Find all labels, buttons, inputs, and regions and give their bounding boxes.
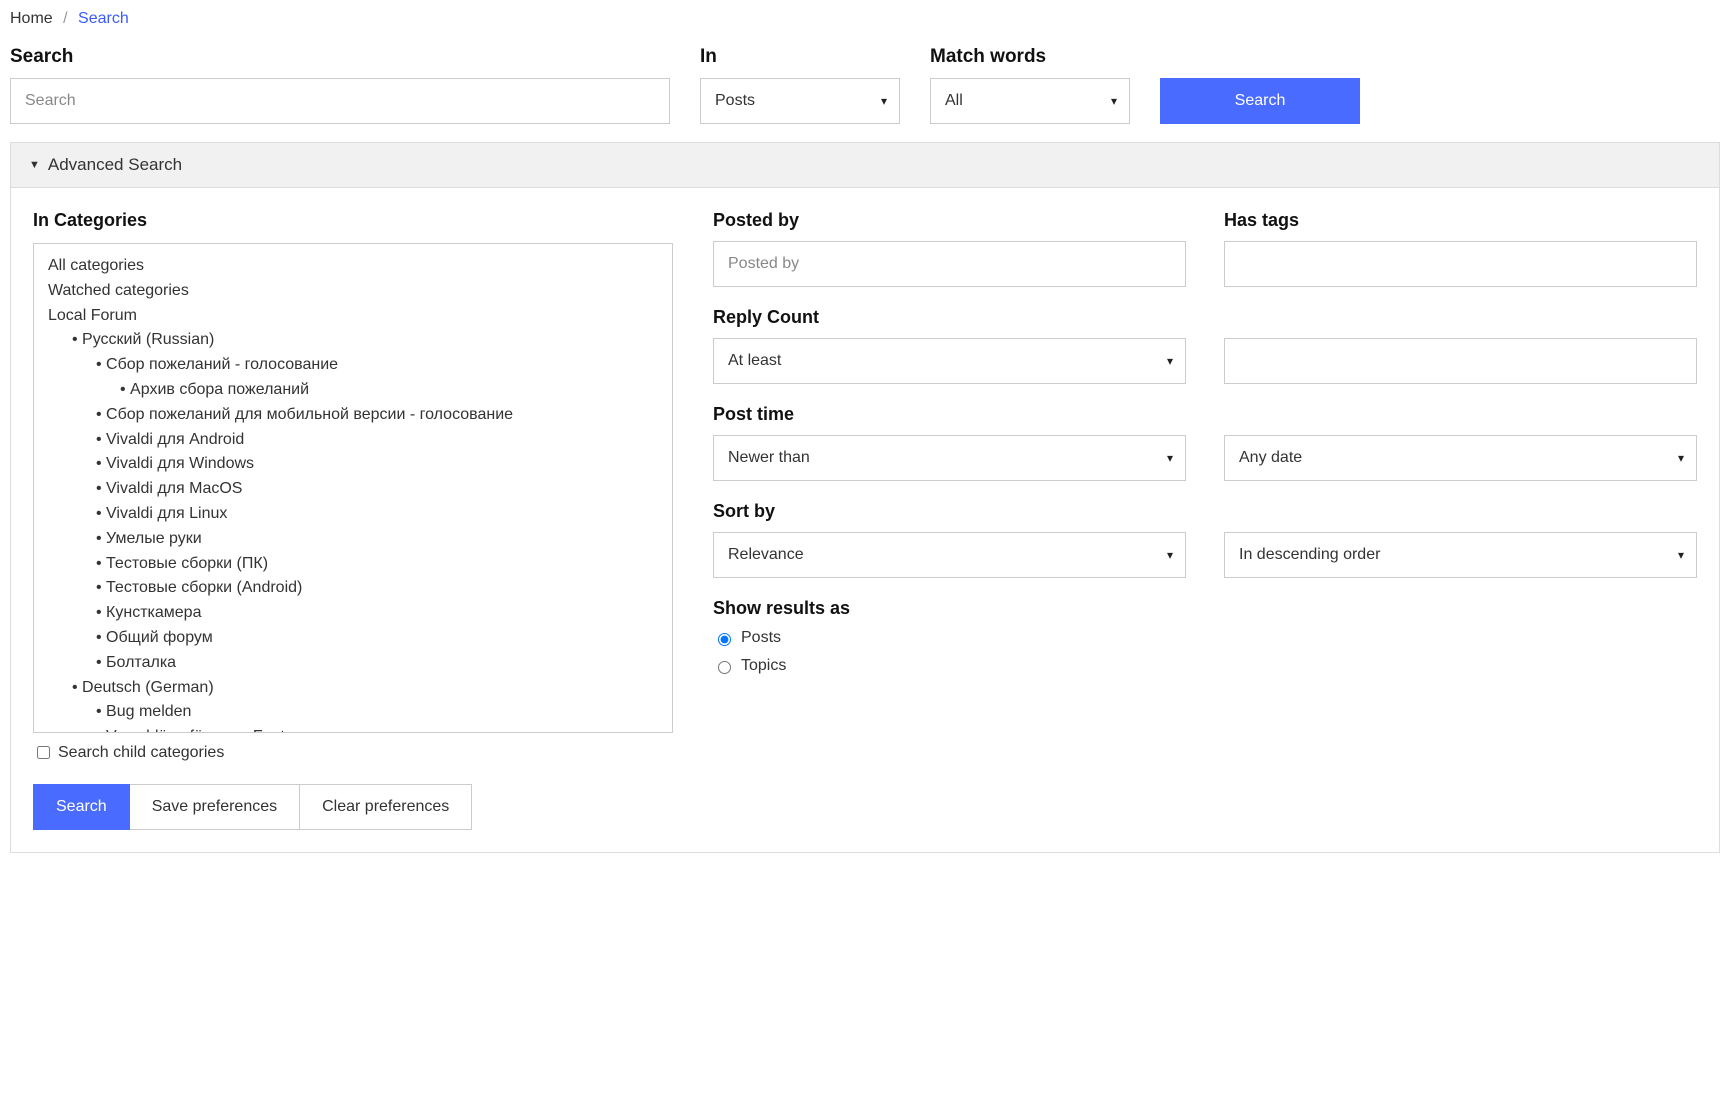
in-select[interactable]: Posts [700, 78, 900, 124]
sort-by-label: Sort by [713, 501, 1186, 522]
in-select-value: Posts [715, 92, 755, 110]
advanced-search-title: Advanced Search [48, 155, 182, 175]
breadcrumb-home[interactable]: Home [10, 10, 53, 27]
posted-by-label: Posted by [713, 210, 1186, 231]
match-words-value: All [945, 92, 963, 110]
search-child-categories-label[interactable]: Search child categories [33, 743, 673, 762]
category-option[interactable]: Vivaldi для Linux [48, 502, 658, 527]
caret-down-icon: ▼ [29, 159, 40, 171]
results-topics-radio[interactable] [718, 661, 731, 674]
category-option[interactable]: Тестовые сборки (ПК) [48, 552, 658, 577]
show-results-as-label: Show results as [713, 598, 1697, 619]
match-words-label: Match words [930, 46, 1130, 68]
post-time-label: Post time [713, 404, 1186, 425]
posted-by-input[interactable] [713, 241, 1186, 287]
breadcrumb-separator: / [63, 10, 67, 27]
reply-count-label: Reply Count [713, 307, 1186, 328]
has-tags-input[interactable] [1224, 241, 1697, 287]
clear-preferences-button[interactable]: Clear preferences [300, 784, 472, 830]
sort-direction-select[interactable]: In descending order [1224, 532, 1697, 578]
category-option[interactable]: Bug melden [48, 700, 658, 725]
in-categories-label: In Categories [33, 210, 673, 231]
results-posts-label: Posts [741, 629, 781, 647]
post-time-select[interactable]: Newer than [713, 435, 1186, 481]
breadcrumb: Home / Search [10, 10, 1720, 28]
category-option[interactable]: Сбор пожеланий - голосование [48, 353, 658, 378]
sort-by-select[interactable]: Relevance [713, 532, 1186, 578]
category-option[interactable]: Кунсткамера [48, 601, 658, 626]
sort-by-value: Relevance [728, 546, 804, 564]
advanced-search-toggle[interactable]: ▼ Advanced Search [11, 143, 1719, 188]
category-option[interactable]: Сбор пожеланий для мобильной версии - го… [48, 403, 658, 428]
category-option[interactable]: Vorschläge für neue Features [48, 725, 658, 733]
category-option[interactable]: All categories [48, 254, 658, 279]
post-time-date-value: Any date [1239, 449, 1302, 467]
category-option[interactable]: Deutsch (German) [48, 676, 658, 701]
reply-count-value: At least [728, 352, 781, 370]
post-time-date-select[interactable]: Any date [1224, 435, 1697, 481]
post-time-value: Newer than [728, 449, 810, 467]
category-option[interactable]: Local Forum [48, 304, 658, 329]
category-option[interactable]: Архив сбора пожеланий [48, 378, 658, 403]
category-option[interactable]: Общий форум [48, 626, 658, 651]
search-label: Search [10, 46, 670, 68]
category-option[interactable]: Vivaldi для Android [48, 428, 658, 453]
sort-direction-value: In descending order [1239, 546, 1380, 564]
search-input[interactable] [10, 78, 670, 124]
reply-count-input[interactable] [1224, 338, 1697, 384]
reply-count-select[interactable]: At least [713, 338, 1186, 384]
category-option[interactable]: Vivaldi для MacOS [48, 477, 658, 502]
in-label: In [700, 46, 900, 68]
category-option[interactable]: Болталка [48, 651, 658, 676]
advanced-search-panel: ▼ Advanced Search In Categories All cate… [10, 142, 1720, 853]
results-posts-radio[interactable] [718, 633, 731, 646]
has-tags-label: Has tags [1224, 210, 1697, 231]
category-option[interactable]: Русский (Russian) [48, 328, 658, 353]
save-preferences-button[interactable]: Save preferences [130, 784, 300, 830]
search-child-categories-text: Search child categories [58, 744, 224, 762]
breadcrumb-current: Search [78, 10, 129, 27]
results-topics-label: Topics [741, 657, 786, 675]
category-option[interactable]: Тестовые сборки (Android) [48, 576, 658, 601]
category-option[interactable]: Watched categories [48, 279, 658, 304]
search-button[interactable]: Search [1160, 78, 1360, 124]
category-option[interactable]: Умелые руки [48, 527, 658, 552]
search-button-bottom[interactable]: Search [33, 784, 130, 830]
category-option[interactable]: Vivaldi для Windows [48, 452, 658, 477]
search-child-categories-checkbox[interactable] [37, 746, 50, 759]
match-words-select[interactable]: All [930, 78, 1130, 124]
categories-listbox[interactable]: All categories Watched categories Local … [33, 243, 673, 733]
